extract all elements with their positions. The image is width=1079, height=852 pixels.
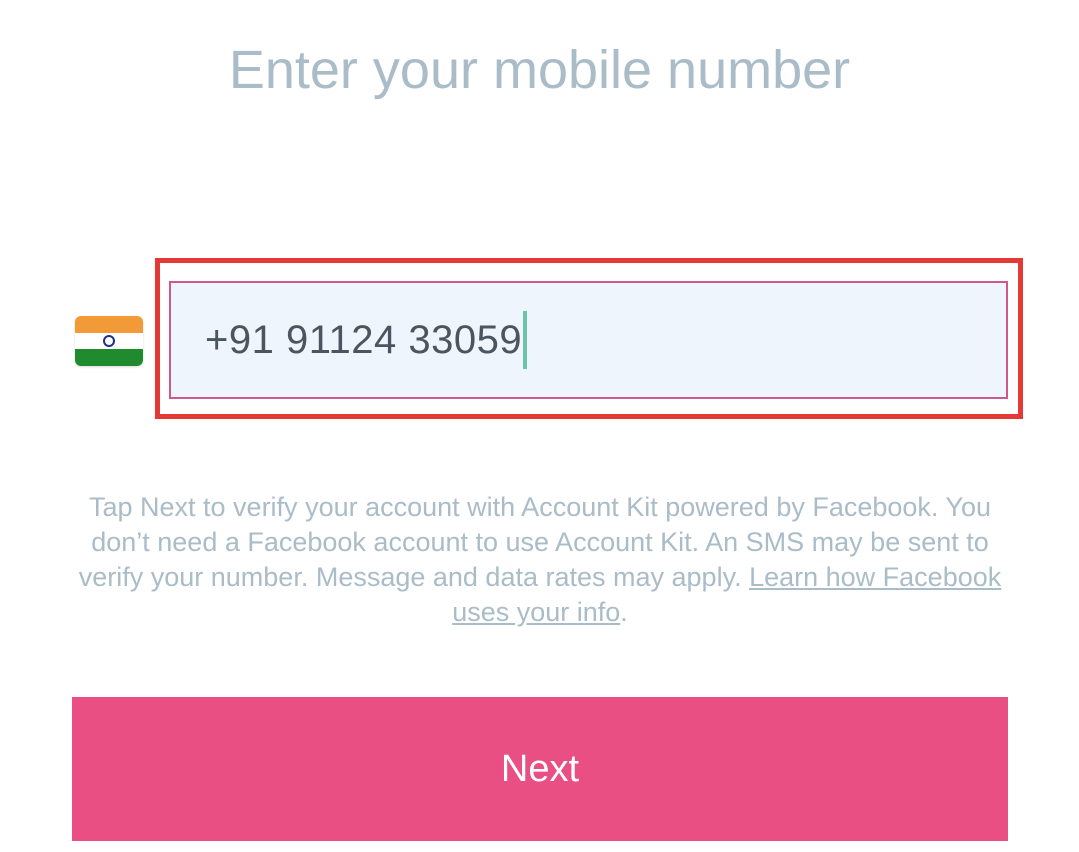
flag-stripe-saffron [75, 316, 143, 333]
text-cursor [523, 311, 528, 369]
india-flag-icon[interactable] [75, 316, 143, 366]
page-title: Enter your mobile number [228, 40, 851, 100]
flag-stripe-white [75, 332, 143, 350]
phone-number-input[interactable]: +91 91124 33059 [169, 281, 1008, 399]
next-button[interactable]: Next [72, 697, 1008, 841]
phone-number-value: +91 91124 33059 [205, 317, 523, 362]
ashoka-chakra-icon [103, 334, 115, 347]
disclaimer-suffix: . [620, 597, 628, 627]
flag-stripe-green [75, 349, 143, 366]
disclaimer-text: Tap Next to verify your account with Acc… [72, 490, 1008, 630]
login-screen: Enter your mobile number +91 91124 33059… [0, 0, 1079, 852]
